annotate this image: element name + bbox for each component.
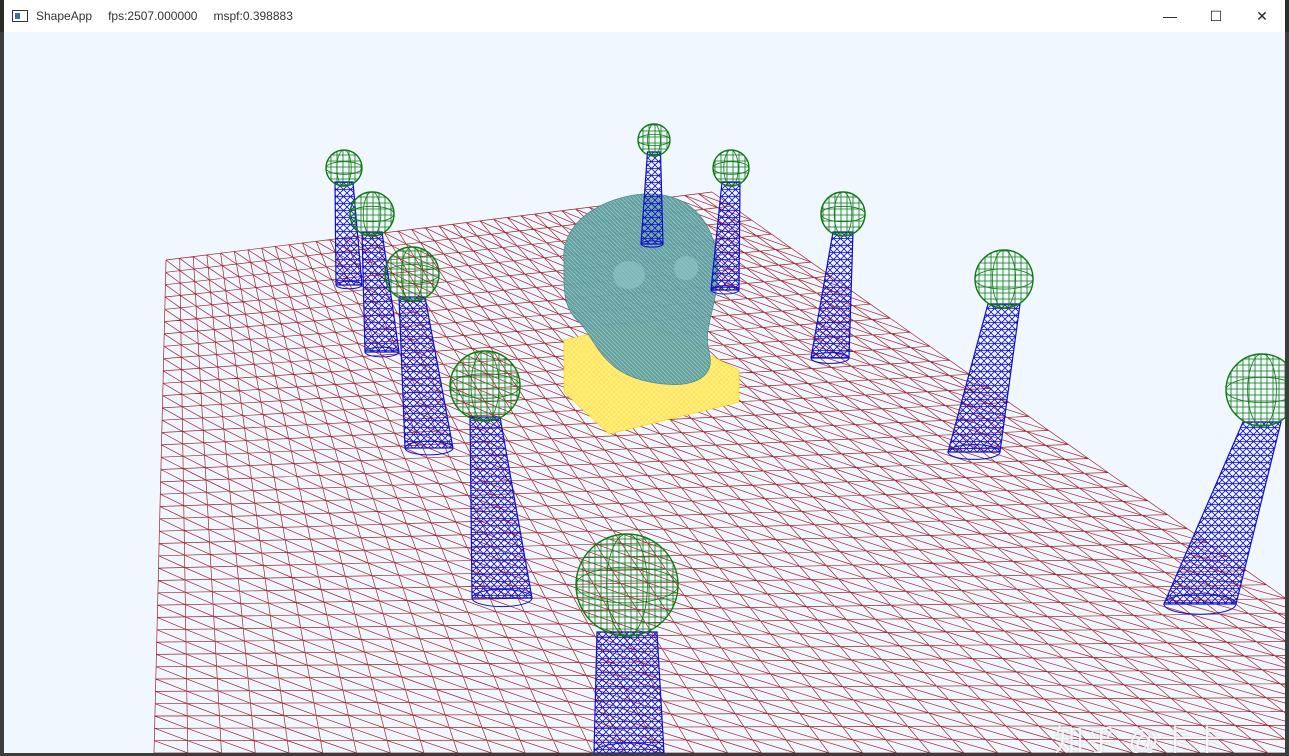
app-title: ShapeApp bbox=[36, 9, 93, 23]
scene-canvas bbox=[153, 123, 1285, 753]
pillar bbox=[810, 191, 866, 364]
minimize-icon: — bbox=[1163, 8, 1177, 24]
sphere bbox=[637, 123, 671, 157]
minimize-button[interactable]: — bbox=[1147, 0, 1193, 32]
sphere bbox=[974, 249, 1034, 309]
render-viewport[interactable]: 知乎 @卡卡 bbox=[4, 32, 1285, 753]
title-bar[interactable]: ShapeApp fps:2507.000000 mspf:0.398883 —… bbox=[4, 0, 1285, 32]
mspf-readout: mspf:0.398883 bbox=[213, 9, 293, 23]
skull-eye-socket bbox=[674, 256, 698, 280]
maximize-icon: ☐ bbox=[1209, 7, 1223, 24]
close-button[interactable]: ✕ bbox=[1239, 0, 1285, 32]
pillar bbox=[1163, 353, 1285, 615]
cylinder bbox=[810, 231, 854, 359]
watermark-text: 知乎 @卡卡 bbox=[1054, 725, 1225, 753]
close-icon: ✕ bbox=[1256, 7, 1268, 24]
scene-objects bbox=[325, 123, 1285, 753]
cylinder bbox=[710, 181, 741, 291]
sphere bbox=[449, 350, 521, 422]
app-icon bbox=[12, 10, 28, 22]
shapeapp-window: ShapeApp fps:2507.000000 mspf:0.398883 —… bbox=[0, 0, 1289, 756]
cylinder bbox=[947, 303, 1021, 453]
pillar bbox=[449, 350, 533, 608]
sphere bbox=[820, 191, 866, 237]
sphere bbox=[384, 246, 440, 302]
cylinder bbox=[398, 296, 454, 449]
sphere bbox=[349, 191, 395, 237]
window-controls: — ☐ ✕ bbox=[1147, 0, 1285, 32]
cylinder bbox=[1163, 421, 1282, 605]
pillar bbox=[947, 249, 1034, 460]
maximize-button[interactable]: ☐ bbox=[1193, 0, 1239, 32]
skull-eye-socket bbox=[613, 261, 645, 289]
sphere bbox=[575, 533, 679, 637]
cylinder bbox=[593, 631, 665, 753]
sphere bbox=[325, 149, 363, 187]
right-window-border bbox=[1285, 32, 1289, 756]
sphere bbox=[712, 149, 750, 187]
cylinder bbox=[469, 416, 533, 599]
pillar bbox=[710, 149, 750, 295]
fps-readout: fps:2507.000000 bbox=[108, 9, 198, 23]
cylinder bbox=[640, 151, 664, 245]
